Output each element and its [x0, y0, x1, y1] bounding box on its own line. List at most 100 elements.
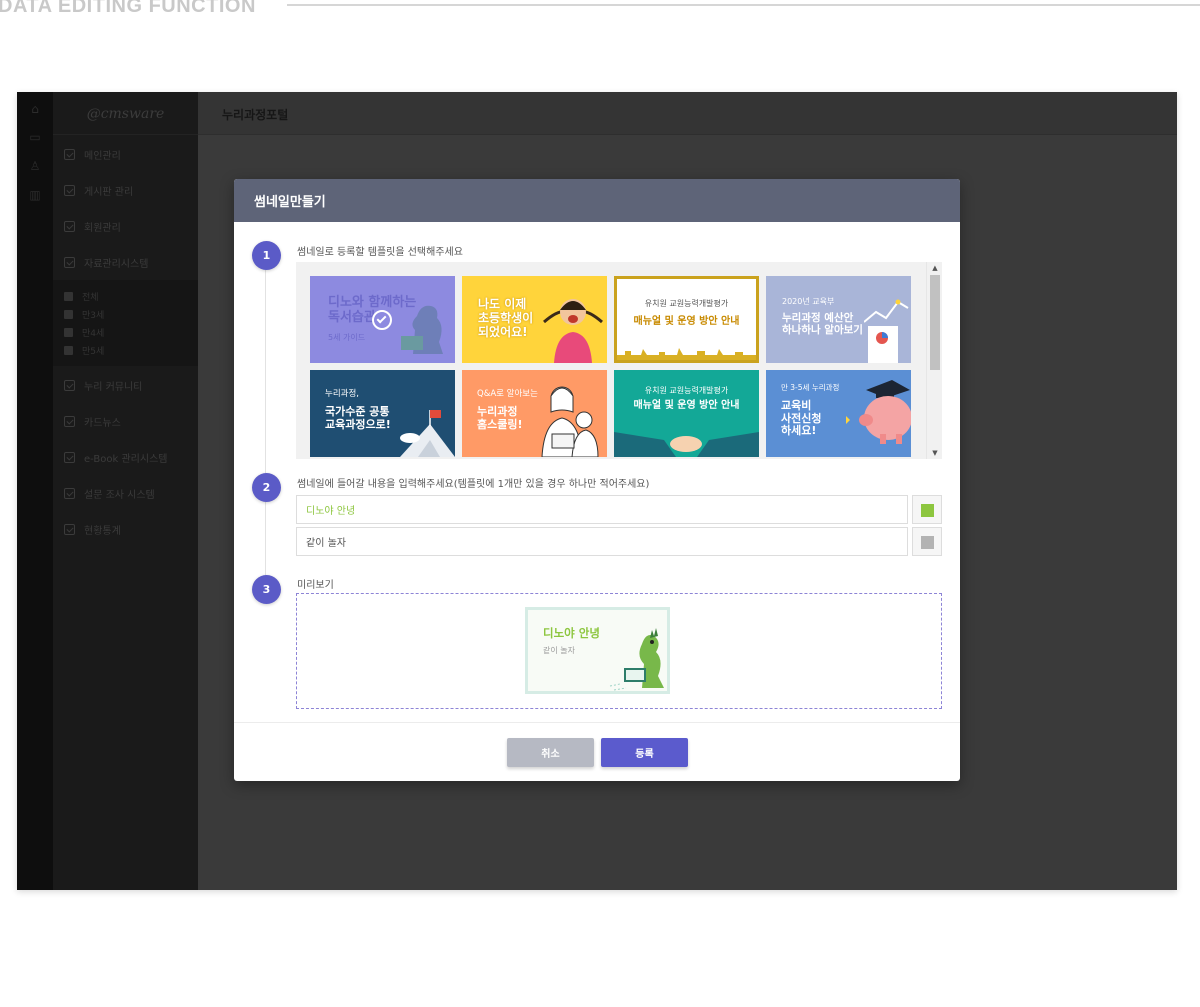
template-title: 국가수준 공통 교육과정으로! — [325, 405, 391, 431]
template-title: 교육비 사전신청 하세요! — [781, 399, 822, 438]
piggy-bank-icon — [846, 380, 911, 444]
dinosaur-icon — [401, 305, 443, 354]
handshake-icon — [614, 432, 759, 457]
thumbnail-text-input-1[interactable] — [296, 495, 908, 524]
template-subtitle: 유치원 교원능력개발평가 — [644, 386, 729, 395]
sidebar-item-label: 설문 조사 시스템 — [84, 489, 155, 501]
scroll-up-arrow-icon[interactable]: ▲ — [927, 262, 942, 274]
section-header: DATA EDITING FUNCTION — [0, 0, 1200, 20]
checkbox-icon — [64, 345, 73, 355]
template-thumb-2[interactable]: 나도 이제 초등학생이 되었어요! — [462, 276, 607, 363]
chart-icon[interactable]: ▥ — [28, 188, 42, 202]
template-subtitle: 누리과정, — [325, 389, 359, 399]
color-picker-button-2[interactable] — [912, 527, 942, 556]
submit-button[interactable]: 등록 — [601, 738, 688, 767]
template-thumb-8[interactable]: 만 3-5세 누리과정 교육비 사전신청 하세요! — [766, 370, 911, 457]
check-icon — [64, 523, 75, 535]
color-picker-button-1[interactable] — [912, 495, 942, 524]
modal-footer: 취소 등록 — [234, 722, 960, 781]
checkbox-icon — [64, 327, 73, 337]
sidebar-item-resources[interactable]: 자료관리시스템 — [64, 255, 148, 270]
sidebar-item-label: 게시판 관리 — [84, 186, 134, 198]
home-icon[interactable]: ⌂ — [28, 102, 42, 116]
check-icon — [64, 184, 75, 196]
check-icon — [64, 148, 75, 160]
subnav-item-age3[interactable]: 만3세 — [64, 308, 105, 321]
subnav-item-age4[interactable]: 만4세 — [64, 326, 105, 339]
sidebar-item-members[interactable]: 회원관리 — [64, 219, 121, 234]
sidebar-subnav: 전체 만3세 만4세 만5세 — [53, 280, 198, 366]
template-gallery: 디노와 함께하는 독서습관 5세 가이드 나도 이제 초등학생이 되었어요! 유… — [296, 262, 942, 459]
icon-bar: ⌂ ▭ ♙ ▥ — [17, 92, 53, 890]
subnav-item-age5[interactable]: 만5세 — [64, 344, 105, 357]
sidebar-item-ebook[interactable]: e-Book 관리시스템 — [64, 450, 168, 465]
section-divider — [287, 4, 1200, 6]
subnav-item-all[interactable]: 전체 — [64, 290, 99, 303]
step-1-badge: 1 — [252, 241, 281, 270]
sidebar-item-community[interactable]: 누리 커뮤니티 — [64, 378, 142, 393]
step-2-label: 썸네일에 들어갈 내용을 입력해주세요(템플릿에 1개만 있을 경우 하나만 적… — [297, 479, 650, 490]
step-rail — [265, 255, 266, 585]
template-subtitle: Q&A로 알아보는 — [477, 389, 538, 399]
preview-thumbnail: 디노야 안녕 같이 놀자 — [525, 607, 670, 694]
thumbnail-text-input-2[interactable] — [296, 527, 908, 556]
sidebar-item-board[interactable]: 게시판 관리 — [64, 183, 134, 198]
thumbnail-modal: 썸네일만들기 1 썸네일로 등록할 템플릿을 선택해주세요 디노와 함께하는 독… — [234, 179, 960, 781]
template-title: 누리과정 예산안 하나하나 알아보기 — [782, 312, 863, 337]
check-icon — [64, 220, 75, 232]
report-chart-icon — [864, 299, 909, 363]
logo: @cmsware — [86, 106, 165, 122]
template-subtitle: 5세 가이드 — [328, 333, 366, 342]
sidebar-item-main[interactable]: 메인관리 — [64, 147, 121, 162]
checkbox-icon — [64, 291, 73, 301]
subnav-label: 만4세 — [82, 328, 105, 339]
subnav-label: 만3세 — [82, 310, 105, 321]
step-1-label: 썸네일로 등록할 템플릿을 선택해주세요 — [297, 247, 463, 258]
color-swatch-icon — [921, 536, 934, 549]
template-title: 나도 이제 초등학생이 되었어요! — [478, 297, 534, 339]
folder-icon[interactable]: ▭ — [28, 130, 42, 144]
gallery-scrollbar[interactable]: ▲ ▼ — [926, 262, 942, 459]
user-icon[interactable]: ♙ — [28, 159, 42, 173]
template-thumb-5[interactable]: 누리과정, 국가수준 공통 교육과정으로! — [310, 370, 455, 457]
page-title: 누리과정포털 — [222, 108, 289, 122]
template-title: 매뉴얼 및 운영 방안 안내 — [633, 400, 740, 411]
scroll-down-arrow-icon[interactable]: ▼ — [927, 447, 942, 459]
modal-title: 썸네일만들기 — [254, 195, 326, 210]
cancel-button[interactable]: 취소 — [507, 738, 594, 767]
template-title: 누리과정 홈스쿨링! — [477, 405, 523, 431]
subnav-label: 만5세 — [82, 346, 105, 357]
content-input-row-2 — [296, 527, 942, 556]
step-3-label: 미리보기 — [297, 580, 334, 591]
preview-line-1: 디노야 안녕 — [543, 626, 600, 640]
sidebar-item-label: 회원관리 — [84, 222, 121, 234]
template-thumb-4[interactable]: 2020년 교육부 누리과정 예산안 하나하나 알아보기 — [766, 276, 911, 363]
sidebar-item-cardnews[interactable]: 카드뉴스 — [64, 414, 121, 429]
scrollbar-thumb[interactable] — [930, 275, 940, 370]
template-thumb-6[interactable]: Q&A로 알아보는 누리과정 홈스쿨링! — [462, 370, 607, 457]
sidebar-item-label: e-Book 관리시스템 — [84, 453, 168, 465]
dinosaur-icon — [609, 628, 664, 691]
sidebar-item-stats[interactable]: 현황통계 — [64, 522, 121, 537]
preview-area: 디노야 안녕 같이 놀자 — [296, 593, 942, 709]
template-thumb-1[interactable]: 디노와 함께하는 독서습관 5세 가이드 — [310, 276, 455, 363]
template-thumb-7[interactable]: 유치원 교원능력개발평가 매뉴얼 및 운영 방안 안내 — [614, 370, 759, 457]
sidebar-item-label: 메인관리 — [84, 150, 121, 162]
town-skyline-icon — [617, 348, 756, 360]
template-thumb-3[interactable]: 유치원 교원능력개발평가 매뉴얼 및 운영 방안 안내 — [614, 276, 759, 363]
template-subtitle: 만 3-5세 누리과정 — [781, 383, 840, 392]
check-icon — [64, 256, 75, 268]
template-subtitle: 유치원 교원능력개발평가 — [644, 299, 729, 308]
mountain-flag-icon — [400, 410, 455, 457]
mother-child-reading-icon — [541, 386, 599, 457]
check-icon — [64, 379, 75, 391]
check-icon — [64, 451, 75, 463]
preview-line-2: 같이 놀자 — [543, 646, 575, 655]
color-swatch-icon — [921, 504, 934, 517]
template-grid: 디노와 함께하는 독서습관 5세 가이드 나도 이제 초등학생이 되었어요! 유… — [296, 262, 926, 459]
sidebar-item-label: 카드뉴스 — [84, 417, 121, 429]
modal-header: 썸네일만들기 — [234, 179, 960, 222]
selected-check-icon — [372, 310, 392, 330]
checkbox-icon — [64, 309, 73, 319]
sidebar-item-survey[interactable]: 설문 조사 시스템 — [64, 486, 155, 501]
